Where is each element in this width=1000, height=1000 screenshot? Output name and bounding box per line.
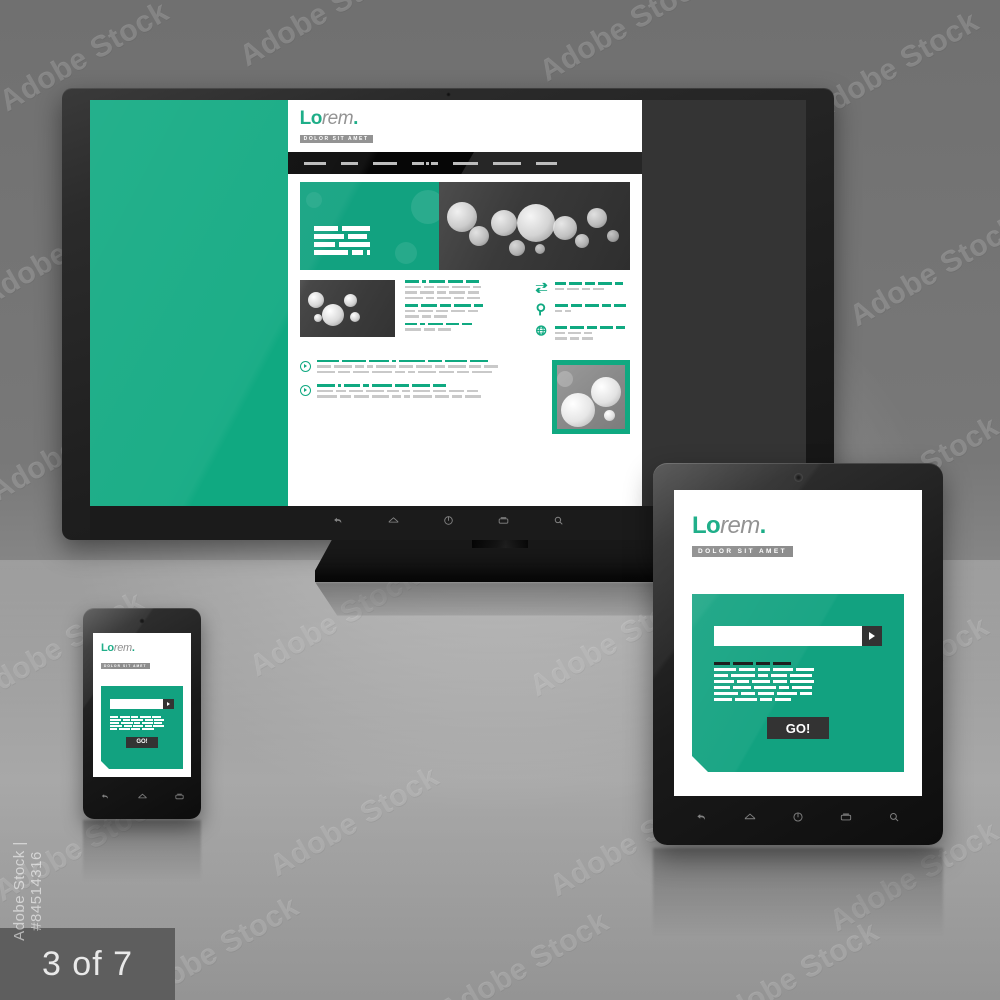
monitor-dark-panel xyxy=(642,100,806,506)
logo-tagline: DOLOR SIT AMET xyxy=(692,546,793,557)
search-input[interactable] xyxy=(714,626,862,646)
search-icon[interactable] xyxy=(552,514,565,532)
promo-card[interactable] xyxy=(552,359,631,434)
logo-secondary-text: rem xyxy=(321,107,354,129)
go-button[interactable]: GO! xyxy=(767,717,829,739)
logo-primary-text: Lo xyxy=(101,642,114,654)
phone-page: Lorem. DOLOR SIT AMET GO! xyxy=(93,633,191,777)
feature-text xyxy=(555,302,630,315)
slide-counter-badge: 3 of 7 xyxy=(0,928,175,1000)
phone-screen: Lorem. DOLOR SIT AMET GO! xyxy=(93,633,191,777)
promo-image xyxy=(557,364,626,429)
back-icon[interactable] xyxy=(100,789,111,807)
phone-reflection xyxy=(83,820,201,892)
tablet-android-navbar xyxy=(674,803,922,835)
nav-item-4[interactable] xyxy=(411,161,438,165)
list-item[interactable] xyxy=(299,384,542,401)
globe-icon xyxy=(534,324,549,339)
recents-icon[interactable] xyxy=(174,789,185,807)
play-triangle-icon[interactable] xyxy=(862,626,882,646)
go-button[interactable]: GO! xyxy=(126,736,158,748)
site-logo: Lorem. DOLOR SIT AMET xyxy=(299,107,373,144)
monitor-camera-icon xyxy=(445,92,451,97)
search-icon[interactable] xyxy=(887,810,901,829)
hero-text-placeholder xyxy=(313,226,370,258)
back-icon[interactable] xyxy=(332,514,345,532)
smartphone-device: Lorem. DOLOR SIT AMET GO! xyxy=(83,608,201,819)
tablet-search-row xyxy=(714,626,882,646)
logo-dot: . xyxy=(759,512,767,539)
feature-text xyxy=(555,280,630,293)
list-item-text xyxy=(316,384,542,401)
hero-bokeh-image xyxy=(439,182,631,270)
phone-camera-icon xyxy=(139,618,145,624)
nav-item-2[interactable] xyxy=(340,161,358,165)
recents-icon[interactable] xyxy=(839,810,853,829)
search-input[interactable] xyxy=(110,699,163,709)
column-features xyxy=(534,280,630,350)
tablet-page: Lorem. DOLOR SIT AMET GO! xyxy=(674,490,922,796)
logo-primary-text: Lo xyxy=(692,512,721,539)
phone-android-navbar xyxy=(93,785,191,811)
feature-item[interactable] xyxy=(534,302,630,317)
website-page: Lorem. DOLOR SIT AMET xyxy=(287,100,643,506)
column-text xyxy=(405,280,524,350)
site-nav xyxy=(287,152,643,174)
phone-text-placeholder xyxy=(110,716,174,730)
tablet-text-placeholder xyxy=(714,662,882,701)
nav-item-6[interactable] xyxy=(492,161,521,165)
home-icon[interactable] xyxy=(137,789,148,807)
play-circle-icon xyxy=(299,360,311,372)
tablet-device: Lorem. DOLOR SIT AMET GO! xyxy=(653,463,943,845)
lower-section xyxy=(299,359,631,434)
phone-logo: Lorem. DOLOR SIT AMET xyxy=(101,642,183,672)
hero-banner xyxy=(299,182,631,270)
article-list xyxy=(299,359,542,434)
tablet-camera-icon xyxy=(794,474,802,481)
list-item[interactable] xyxy=(299,359,542,377)
feature-text xyxy=(555,324,630,343)
feature-item[interactable] xyxy=(534,324,630,343)
tablet-reflection xyxy=(653,848,943,948)
phone-search-row xyxy=(110,699,174,709)
monitor-green-panel xyxy=(90,100,288,506)
site-header: Lorem. DOLOR SIT AMET xyxy=(287,100,643,152)
power-icon[interactable] xyxy=(442,514,455,532)
hero-green-block xyxy=(299,182,440,270)
logo-secondary-text: rem xyxy=(720,512,760,539)
back-icon[interactable] xyxy=(695,810,709,829)
tablet-logo: Lorem. DOLOR SIT AMET xyxy=(692,512,904,558)
list-item-text xyxy=(316,359,542,377)
logo-dot: . xyxy=(353,107,358,129)
power-icon[interactable] xyxy=(791,810,805,829)
nav-item-7[interactable] xyxy=(535,161,557,165)
column-image xyxy=(299,280,396,337)
logo-tagline: DOLOR SIT AMET xyxy=(101,663,150,669)
recents-icon[interactable] xyxy=(497,514,510,532)
transfer-arrows-icon xyxy=(534,280,549,295)
logo-primary-text: Lo xyxy=(299,107,323,129)
content-columns xyxy=(299,280,630,350)
logo-tagline: DOLOR SIT AMET xyxy=(299,135,373,143)
play-circle-icon xyxy=(299,385,311,396)
search-magnifier-icon xyxy=(534,302,549,317)
artboard: Lorem. DOLOR SIT AMET Lorem. DOLOR SIT A… xyxy=(0,0,1000,1000)
logo-secondary-text: rem xyxy=(113,642,132,654)
nav-item-3[interactable] xyxy=(372,161,397,165)
feature-item[interactable] xyxy=(534,280,630,295)
nav-item-1[interactable] xyxy=(303,161,326,165)
play-triangle-icon[interactable] xyxy=(163,699,174,709)
logo-dot: . xyxy=(131,642,135,654)
tablet-promo-card: GO! xyxy=(692,594,904,772)
phone-promo-card: GO! xyxy=(101,686,183,769)
tablet-screen: Lorem. DOLOR SIT AMET GO! xyxy=(674,490,922,796)
site-body xyxy=(287,174,643,434)
home-icon[interactable] xyxy=(743,810,757,829)
nav-item-5[interactable] xyxy=(452,161,478,165)
home-icon[interactable] xyxy=(387,514,400,532)
monitor-screen: Lorem. DOLOR SIT AMET xyxy=(90,100,806,506)
